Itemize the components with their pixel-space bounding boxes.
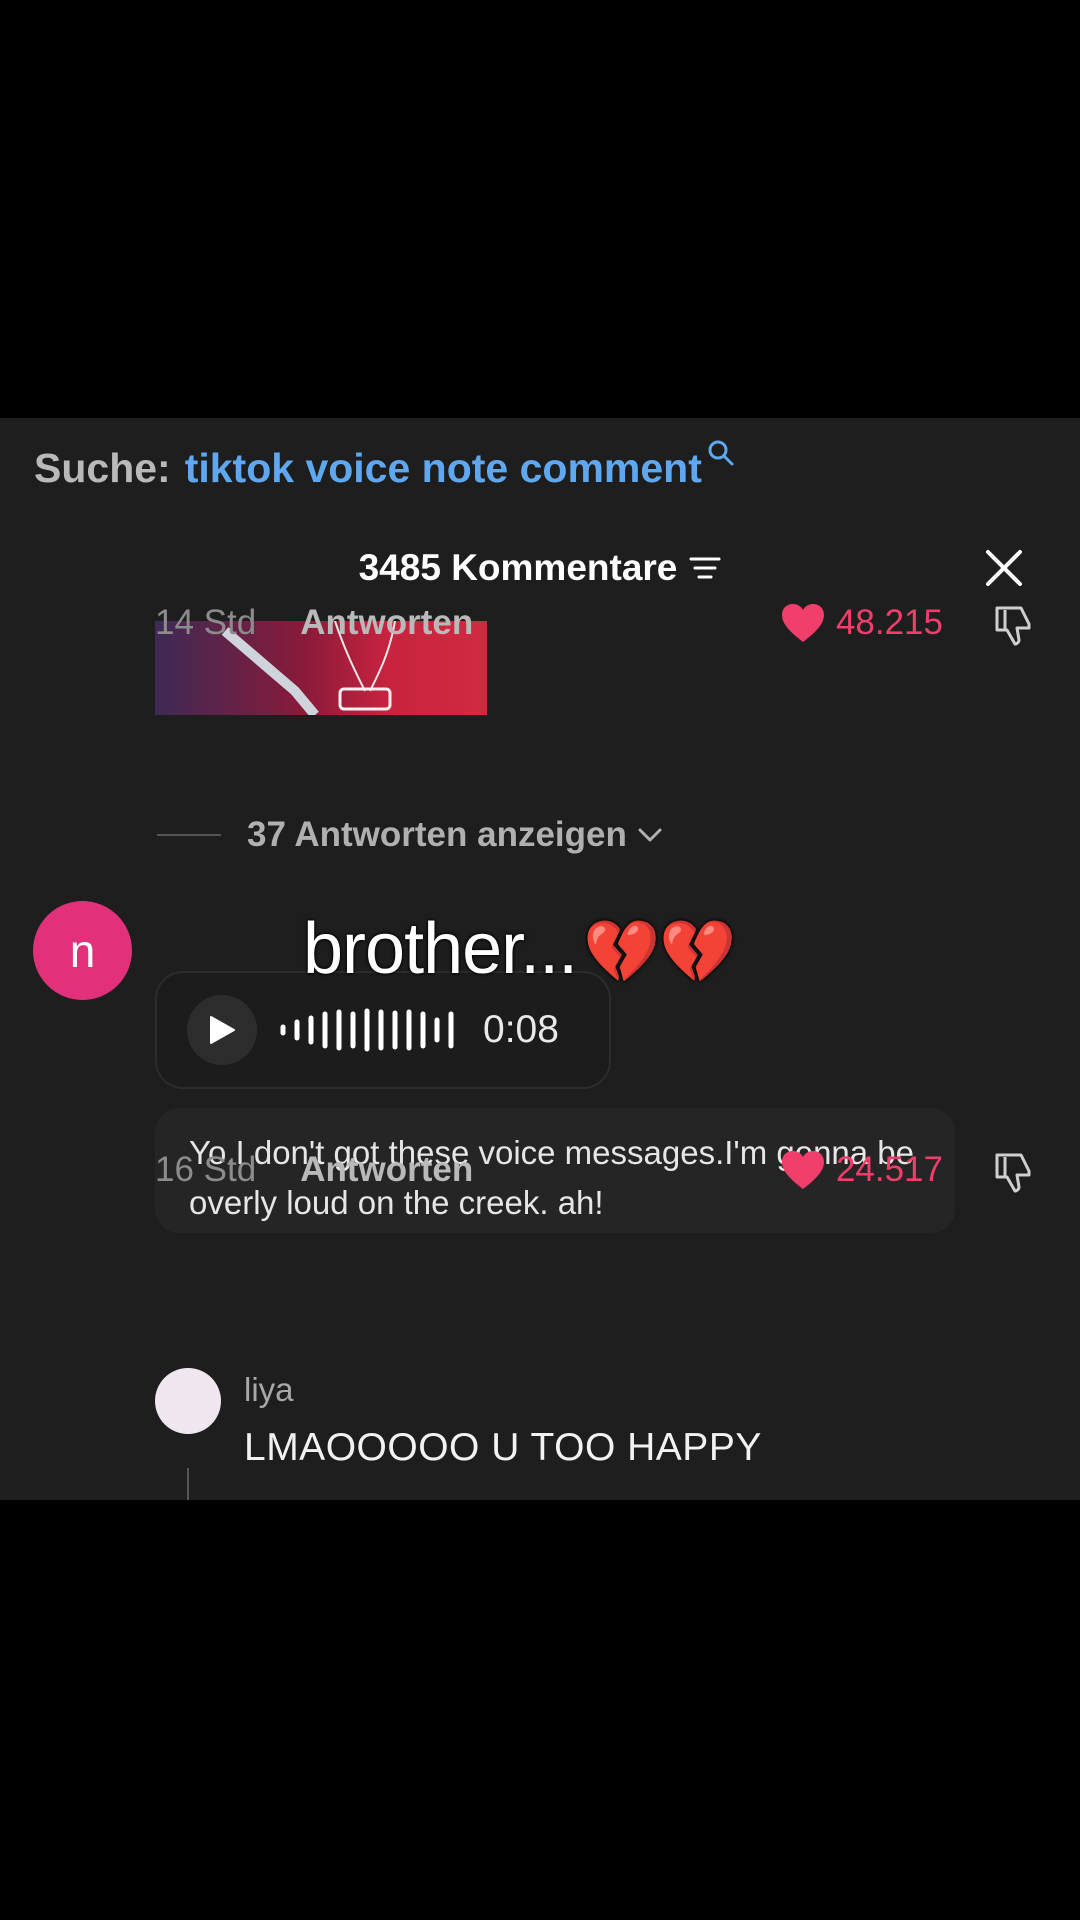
play-icon	[210, 1016, 235, 1044]
like-button[interactable]: 48.215	[780, 598, 943, 648]
reply-button[interactable]: Antworten	[300, 1150, 473, 1190]
reply-text: LMAOOOOO U TOO HAPPY	[244, 1426, 762, 1469]
close-icon	[986, 550, 1022, 586]
like-button[interactable]: 24.517	[780, 1145, 943, 1195]
comment-timestamp: 14 Std	[155, 603, 257, 642]
avatar[interactable]: n	[33, 901, 132, 1000]
search-suggestion[interactable]: Suche: tiktok voice note comment	[34, 440, 736, 496]
search-prefix: Suche:	[34, 444, 171, 491]
reply-button[interactable]: Antworten	[300, 603, 473, 643]
search-query[interactable]: tiktok voice note comment	[185, 445, 702, 492]
waveform-icon	[280, 1008, 454, 1052]
video-caption-overlay: brother...💔💔	[303, 908, 737, 990]
voice-duration: 0:08	[483, 1008, 559, 1051]
reply-avatar[interactable]	[155, 1368, 221, 1434]
reply-username[interactable]: liya	[244, 1371, 294, 1409]
avatar-letter: n	[69, 924, 96, 977]
heart-icon	[781, 604, 824, 642]
dislike-icon[interactable]	[991, 602, 1035, 646]
close-button[interactable]	[976, 540, 1032, 596]
replies-label: 37 Antworten anzeigen	[247, 815, 627, 854]
comment-timestamp: 16 Std	[155, 1150, 257, 1189]
comments-header: 3485 Kommentare	[0, 538, 1080, 598]
play-button[interactable]	[187, 995, 257, 1065]
chevron-down-icon	[638, 828, 662, 842]
thread-line	[187, 1468, 189, 1500]
comment-meta-row: 14 Std Antworten 48.215	[155, 598, 1035, 648]
search-icon[interactable]	[706, 438, 736, 472]
caption-text: brother...	[303, 909, 578, 989]
view-replies-toggle[interactable]: 37 Antworten anzeigen	[157, 810, 663, 860]
broken-heart-emoji: 💔💔	[583, 918, 736, 987]
replies-divider	[157, 834, 221, 836]
filter-icon[interactable]	[689, 554, 721, 582]
comment-meta-row: 16 Std Antworten 24.517	[155, 1145, 1035, 1195]
comments-panel: Suche: tiktok voice note comment 3485 Ko…	[0, 418, 1080, 1500]
heart-icon	[781, 1151, 824, 1189]
like-count: 48.215	[835, 603, 943, 642]
dislike-icon[interactable]	[991, 1149, 1035, 1193]
like-count: 24.517	[835, 1150, 943, 1189]
comment-count-title: 3485 Kommentare	[358, 547, 678, 588]
